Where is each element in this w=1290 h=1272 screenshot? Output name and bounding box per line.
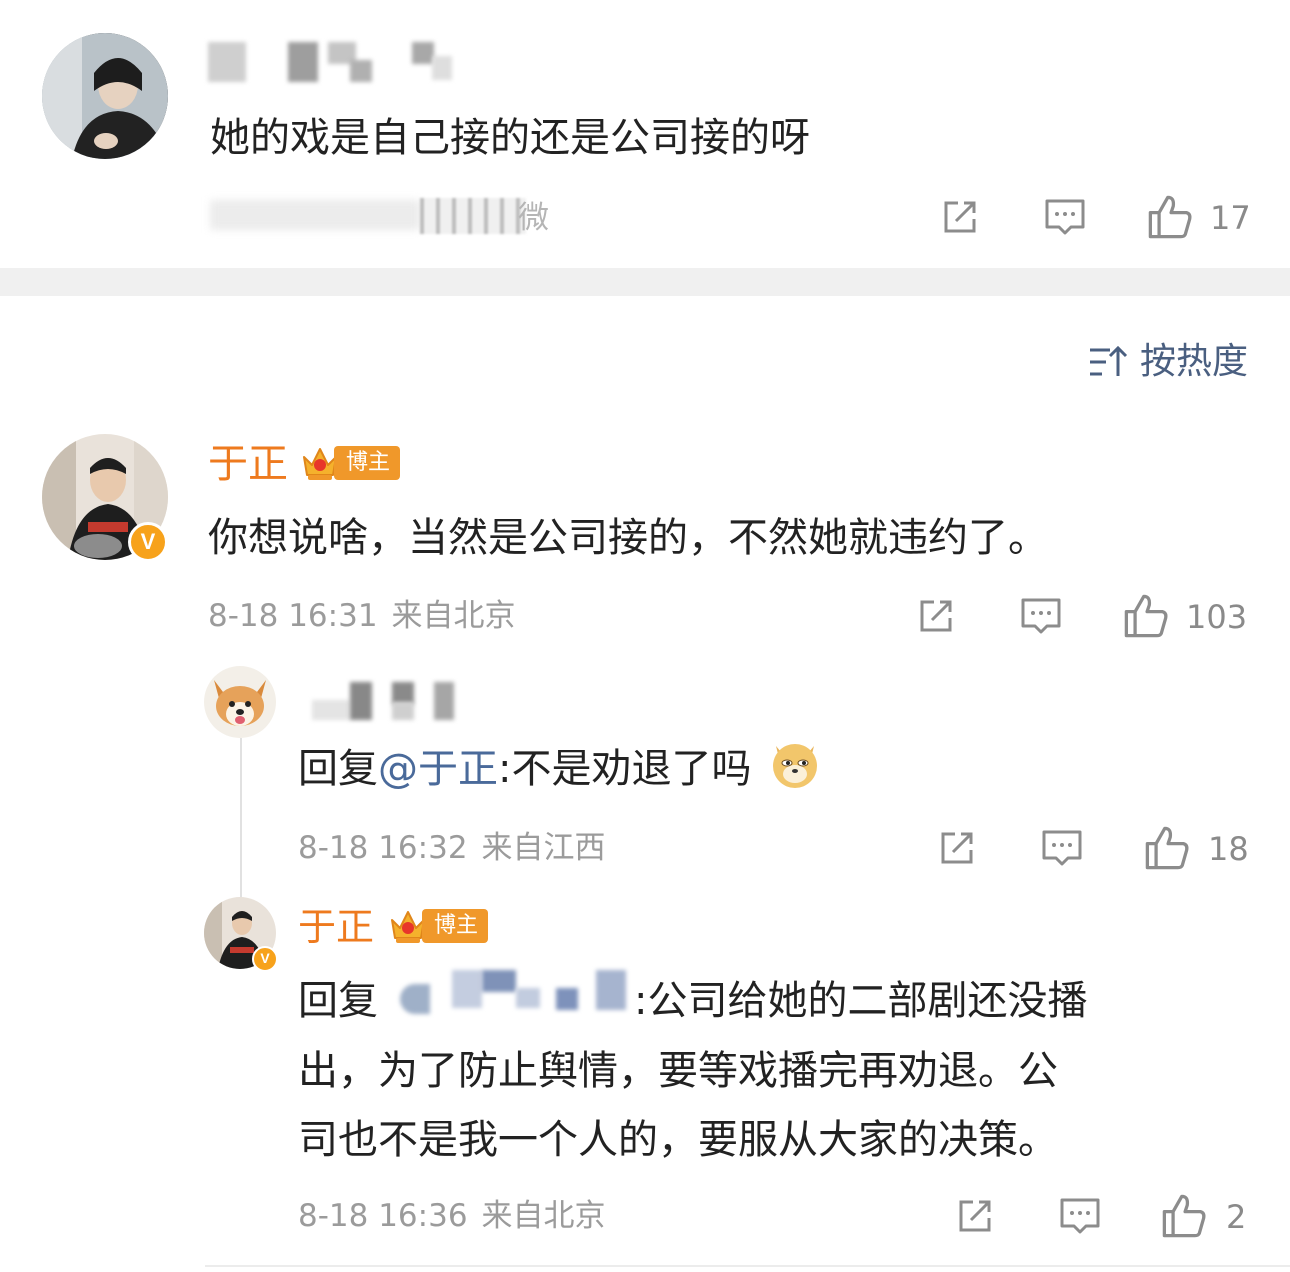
verified-badge: V <box>128 522 168 562</box>
timestamp: 8-18 16:32 <box>298 830 468 866</box>
reply-prefix: 回复 <box>298 746 378 792</box>
mention-link[interactable]: @于正 <box>378 746 498 792</box>
timestamp: 8-18 16:31 <box>208 598 378 634</box>
share-icon[interactable] <box>914 594 958 638</box>
comment-icon[interactable] <box>1019 594 1063 638</box>
location: 来自江西 <box>481 830 606 866</box>
blogger-badge: 博主 <box>300 444 401 482</box>
thumbs-up-icon[interactable] <box>1122 592 1170 640</box>
reply-body-line-2: 出，为了防止舆情，要等戏播完再劝退。公 <box>298 1048 1058 1094</box>
thumbs-up-icon[interactable] <box>1143 824 1191 872</box>
reply-body-line-3: 司也不是我一个人的，要服从大家的决策。 <box>298 1117 1058 1163</box>
section-divider <box>0 268 1290 296</box>
comment-meta: 8-18 16:32 来自江西 <box>298 828 606 868</box>
blogger-badge-label: 博主 <box>334 446 401 480</box>
thread-line <box>240 738 242 898</box>
doge-emoji-icon <box>773 744 818 788</box>
reply-body: :不是劝退了吗 <box>498 746 752 792</box>
comment-text: 她的戏是自己接的还是公司接的呀 <box>210 115 810 161</box>
verified-badge: V <box>252 946 278 972</box>
sort-icon <box>1090 345 1128 376</box>
comment-text: 你想说啥，当然是公司接的，不然她就违约了。 <box>208 515 1048 561</box>
comment-icon[interactable] <box>1043 195 1087 239</box>
username[interactable]: 于正 <box>208 440 288 488</box>
comment-meta: 8-18 16:36 来自北京 <box>298 1196 606 1236</box>
avatar-photo <box>42 33 168 159</box>
bottom-divider <box>205 1265 1290 1267</box>
reply-text-line-1: 回复 <box>298 966 378 1036</box>
username[interactable]: 于正 <box>298 903 374 951</box>
like-count: 103 <box>1186 598 1248 636</box>
thumbs-up-icon[interactable] <box>1160 1192 1208 1240</box>
blogger-badge-label: 博主 <box>422 909 489 943</box>
comment-meta: 8-18 16:31 来自北京 <box>208 596 516 636</box>
location: 来自北京 <box>481 1198 606 1234</box>
like-count: 2 <box>1226 1198 1247 1236</box>
blogger-badge: 博主 <box>388 907 489 945</box>
thumbs-up-icon[interactable] <box>1146 193 1194 241</box>
reply-text: 回复@于正:不是劝退了吗 <box>298 734 822 804</box>
reply-prefix: 回复 <box>298 978 378 1024</box>
sort-button[interactable]: 按热度 <box>1088 340 1248 384</box>
timestamp: 8-18 16:36 <box>298 1198 468 1234</box>
avatar[interactable] <box>42 33 168 159</box>
share-icon[interactable] <box>938 195 982 239</box>
comment-icon[interactable] <box>1040 826 1084 870</box>
location: 来自北京 <box>391 598 516 634</box>
sort-label: 按热度 <box>1140 341 1249 382</box>
avatar-photo <box>204 666 276 738</box>
meta-suffix: 微 <box>518 200 549 236</box>
share-icon[interactable] <box>935 826 979 870</box>
like-count: 18 <box>1208 830 1249 868</box>
reply-body-line-1: :公司给她的二部剧还没播 <box>634 978 1088 1024</box>
share-icon[interactable] <box>953 1194 997 1238</box>
like-count: 17 <box>1210 199 1251 237</box>
avatar[interactable] <box>204 666 276 738</box>
comment-icon[interactable] <box>1058 1194 1102 1238</box>
